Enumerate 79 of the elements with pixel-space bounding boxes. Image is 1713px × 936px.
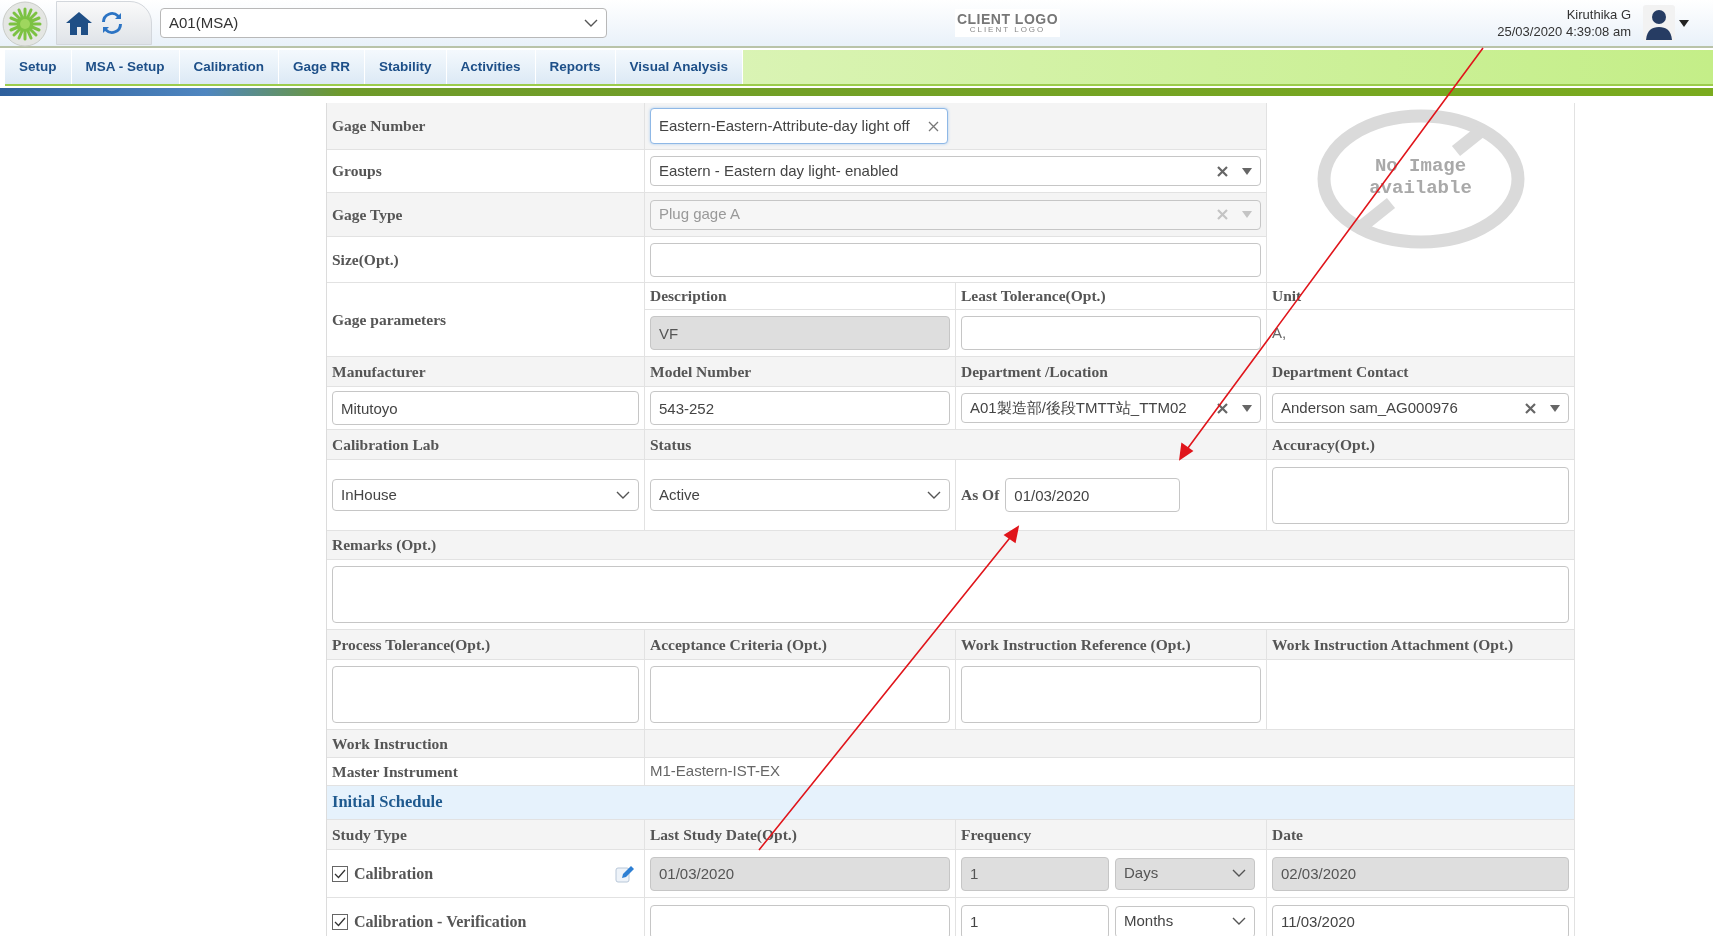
date-field[interactable] [650,904,950,936]
field-label: Process Tolerance(Opt.) [327,630,645,660]
dropdown[interactable]: InHouse [332,479,639,511]
field-label: Least Tolerance(Opt.) [956,283,1267,310]
input-field[interactable] [650,242,1261,277]
field-label: Status [645,430,1267,460]
home-icon[interactable] [65,10,93,36]
input-field[interactable]: Mitutoyo [332,391,639,425]
field-label: Study Type [327,820,645,850]
chevron-icon [616,490,630,500]
input-field[interactable]: 1 [961,904,1109,936]
field-label: Date [1267,820,1575,850]
menu-tab[interactable]: Gage RR [279,50,366,84]
input-field[interactable]: 543-252 [650,391,950,425]
field-label: Work Instruction [327,730,645,758]
caret-icon [1242,404,1252,412]
date-field[interactable]: 11/03/2020 [1272,904,1569,936]
avatar-icon[interactable] [1643,5,1675,41]
field-label: Gage Type [327,193,645,237]
field-label: Size(Opt.) [327,237,645,283]
field-label: Unit [1267,283,1575,310]
logo-icon [2,0,48,47]
field-label: Gage parameters [327,283,645,357]
combo-box[interactable]: A01製造部/後段TMTT站_TTM02 [961,393,1261,423]
field-label: Description [645,283,956,310]
field-label: Calibration Lab [327,430,645,460]
study-type-label: Calibration - Verification [354,911,527,932]
field-label: Frequency [956,820,1267,850]
date-field[interactable]: 01/03/2020 [1005,478,1181,512]
section-title: Initial Schedule [327,786,1575,820]
menu-tab[interactable]: MSA - Setup [71,50,180,84]
field-label: Department /Location [956,357,1267,387]
chevron-icon [1232,869,1246,878]
field-label: Work Instruction Attachment (Opt.) [1267,630,1575,660]
study-type-label: Calibration [354,863,434,884]
refresh-icon[interactable] [101,12,123,34]
caret-icon [1242,167,1252,175]
caret-icon [1242,211,1252,218]
chevron-icon [1232,917,1246,926]
combo-box[interactable]: Anderson sam_AG000976 [1272,393,1569,423]
no-image-icon [1315,109,1526,249]
field-label: Gage Number [327,103,645,150]
chevron-icon [584,18,598,28]
menu-tab[interactable]: Activities [446,50,536,84]
chevron-icon [927,490,941,500]
user-name: Kiruthika G [1565,6,1631,23]
field-label: Master Instrument [327,758,645,786]
field-label: Department Contact [1267,357,1575,387]
field-label: Acceptance Criteria (Opt.) [645,630,956,660]
field-label: Accuracy(Opt.) [1267,430,1575,460]
date-time: 25/03/2020 4:39:08 am [1497,23,1631,40]
field-label: Manufacturer [327,357,645,387]
dropdown[interactable]: Months [1115,905,1255,936]
menu-tab[interactable]: Reports [535,50,616,84]
field-label: Model Number [645,357,956,387]
field-label: Work Instruction Reference (Opt.) [956,630,1267,660]
menu-tab[interactable]: Calibration [179,50,280,84]
field-label: Remarks (Opt.) [327,531,1575,560]
combo-box[interactable]: Eastern - Eastern day light- enabled [650,156,1261,186]
menu-tab[interactable]: Setup [5,50,72,84]
clear-icon[interactable] [1525,402,1536,414]
field-label: Groups [327,150,645,193]
caret-icon [1550,404,1560,412]
client-logo: CLIENT LOGO [956,12,1059,26]
field-label: As Of [961,485,1000,506]
clear-icon[interactable] [928,120,939,132]
project-dropdown[interactable]: A01(MSA) [160,8,607,38]
client-logo-tagline: CLIENT LOGO [969,26,1046,34]
caret-icon[interactable] [1679,19,1689,27]
field-value: A, [1272,322,1287,343]
input-field[interactable]: Eastern-Eastern-Attribute-day light off [650,108,948,144]
input-field[interactable] [961,316,1261,350]
menu-tab[interactable]: Stability [365,50,447,84]
checkbox[interactable] [332,913,348,930]
field-value: M1-Eastern-IST-EX [650,761,781,782]
clear-icon[interactable] [1217,402,1228,414]
clear-icon[interactable] [1217,165,1228,177]
dropdown[interactable]: Active [650,479,950,511]
menu-tab[interactable]: Visual Analysis [615,50,743,84]
